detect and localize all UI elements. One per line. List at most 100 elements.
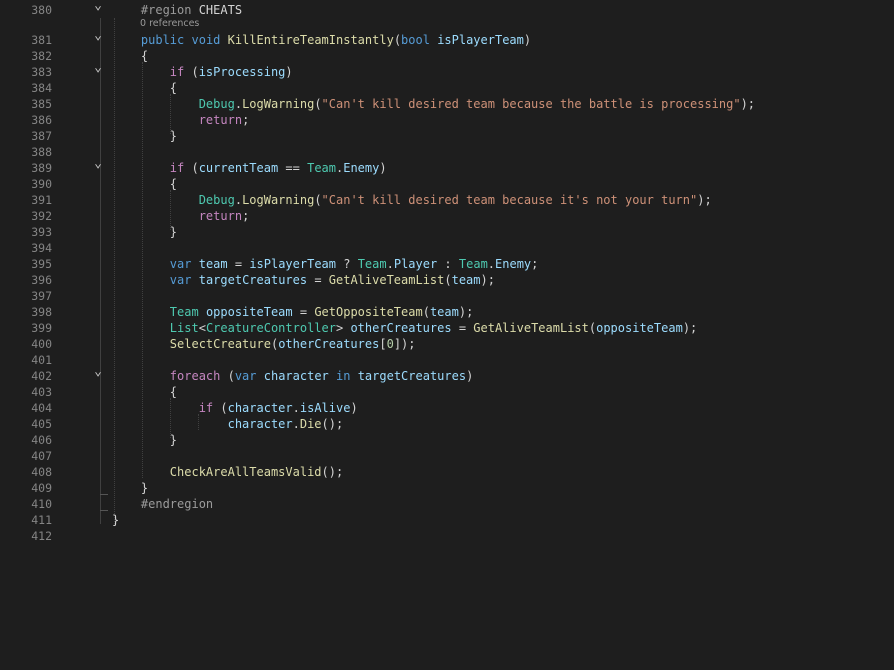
code-line[interactable]: 403 { [0, 384, 894, 400]
code-text: SelectCreature(otherCreatures[0]); [112, 336, 416, 352]
code-line[interactable]: 409 } [0, 480, 894, 496]
code-token: isAlive [299, 401, 351, 415]
code-line[interactable]: 385 Debug.LogWarning("Can't kill desired… [0, 96, 894, 112]
code-line[interactable]: 386 return; [0, 112, 894, 128]
code-text: { [112, 48, 148, 64]
code-token: ( [184, 161, 199, 175]
code-line[interactable]: 391 Debug.LogWarning("Can't kill desired… [0, 192, 894, 208]
code-token: = [227, 257, 250, 271]
code-line[interactable]: 389 ⌄ if (currentTeam == Team.Enemy) [0, 157, 894, 176]
code-line[interactable]: 404 if (character.isAlive) [0, 400, 894, 416]
line-number: 390 [31, 177, 52, 191]
code-token: ; [242, 113, 250, 127]
code-token: ( [422, 305, 430, 319]
code-line[interactable]: 401 [0, 352, 894, 368]
line-number: 391 [31, 193, 52, 207]
code-line[interactable]: 388 [0, 144, 894, 160]
code-token: == [278, 161, 308, 175]
code-line[interactable]: 381 ⌄ public void KillEntireTeamInstantly… [0, 29, 894, 48]
line-number: 392 [31, 209, 52, 223]
line-number: 401 [31, 353, 52, 367]
code-token: : [437, 257, 459, 271]
fold-chevron-icon[interactable]: ⌄ [92, 365, 104, 378]
line-number: 388 [31, 145, 52, 159]
code-token: ); [480, 273, 495, 287]
code-token: var [234, 369, 257, 383]
code-line[interactable]: 394 [0, 240, 894, 256]
code-token: character [227, 401, 293, 415]
code-text: return; [112, 112, 250, 128]
code-line[interactable]: 400 SelectCreature(otherCreatures[0]); [0, 336, 894, 352]
code-token: LogWarning [242, 97, 315, 111]
fold-chevron-icon[interactable]: ⌄ [92, 157, 104, 170]
code-text: } [112, 432, 177, 448]
line-number: 383 [31, 65, 52, 79]
code-line[interactable]: 410 #endregion [0, 496, 894, 512]
code-line[interactable]: 397 [0, 288, 894, 304]
code-token: Debug [198, 97, 235, 111]
code-text: } [112, 224, 177, 240]
code-line[interactable]: 411} [0, 512, 894, 528]
code-line[interactable]: 387 } [0, 128, 894, 144]
line-number: 389 [31, 161, 52, 175]
code-line[interactable]: 412 [0, 528, 894, 544]
code-line[interactable]: 380 ⌄ #region CHEATS [0, 0, 894, 18]
code-line[interactable]: 396 var targetCreatures = GetAliveTeamLi… [0, 272, 894, 288]
code-text: #region CHEATS [112, 2, 242, 18]
code-text: CheckAreAllTeamsValid(); [112, 464, 343, 480]
code-line[interactable]: 390 { [0, 176, 894, 192]
code-token: Die [299, 417, 322, 431]
code-token: team [451, 273, 481, 287]
code-text: List<CreatureController> otherCreatures … [112, 320, 697, 336]
line-number: 407 [31, 449, 52, 463]
code-text: { [112, 384, 177, 400]
fold-chevron-icon[interactable]: ⌄ [92, 0, 104, 12]
code-token: . [234, 97, 243, 111]
code-line[interactable]: 393 } [0, 224, 894, 240]
line-number: 395 [31, 257, 52, 271]
code-token: GetOppositeTeam [314, 305, 423, 319]
code-line[interactable]: 395 var team = isPlayerTeam ? Team.Playe… [0, 256, 894, 272]
code-token: GetAliveTeamList [473, 321, 589, 335]
code-token: = [292, 305, 315, 319]
code-line[interactable]: 398 Team oppositeTeam = GetOppositeTeam(… [0, 304, 894, 320]
code-line[interactable]: 382 { [0, 48, 894, 64]
code-text: { [112, 80, 177, 96]
code-editor[interactable]: 380 ⌄ #region CHEATS 381 ⌄ public void Kill… [0, 0, 894, 670]
fold-chevron-icon[interactable]: ⌄ [92, 29, 104, 42]
code-token: otherCreatures [278, 337, 380, 351]
code-line[interactable]: 402 ⌄ foreach (var character in targetCre… [0, 365, 894, 384]
code-line[interactable]: 408 CheckAreAllTeamsValid(); [0, 464, 894, 480]
code-token: if [169, 65, 185, 79]
code-token: ? [336, 257, 358, 271]
fold-chevron-icon[interactable]: ⌄ [92, 61, 104, 74]
code-line[interactable]: 405 character.Die(); [0, 416, 894, 432]
line-number: 380 [31, 3, 52, 17]
code-token: oppositeTeam [596, 321, 683, 335]
code-token: var [169, 273, 192, 287]
code-line[interactable]: 406 } [0, 432, 894, 448]
code-token: > [335, 321, 351, 335]
code-token: Enemy [495, 257, 532, 271]
code-line[interactable]: 392 return; [0, 208, 894, 224]
code-line[interactable]: 384 { [0, 80, 894, 96]
code-line[interactable]: 407 [0, 448, 894, 464]
code-line[interactable]: 383 ⌄ if (isProcessing) [0, 61, 894, 80]
code-line[interactable]: 399 List<CreatureController> otherCreatu… [0, 320, 894, 336]
code-token: { [112, 177, 178, 191]
code-token: if [169, 161, 185, 175]
codelens-references[interactable]: 0 references [140, 19, 199, 29]
code-token: . [386, 257, 394, 271]
code-token: return [198, 209, 243, 223]
